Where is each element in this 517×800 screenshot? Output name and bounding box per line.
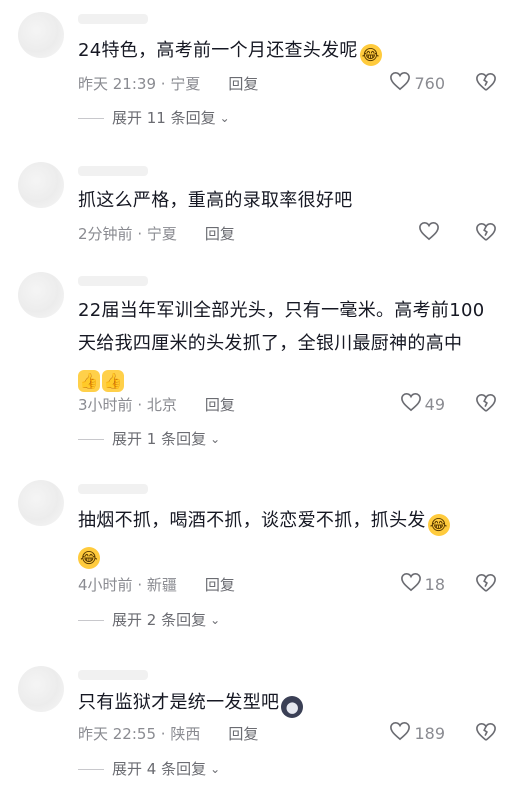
like-button[interactable] (418, 221, 443, 248)
divider-line (78, 619, 104, 621)
chevron-down-icon: ⌄ (210, 762, 221, 776)
meta-separator: · (132, 225, 147, 243)
like-count: 189 (414, 724, 445, 743)
reply-button[interactable]: 回复 (205, 576, 235, 594)
meta-separator: · (156, 75, 171, 93)
comment-text: 抓这么严格，重高的录取率很好吧 (78, 184, 477, 217)
reply-button[interactable]: 回复 (228, 75, 258, 93)
heart-outline-icon (400, 572, 425, 599)
thumbs-up-emoji-icon: 👍 (102, 370, 124, 392)
comment-text-line: 天给我四厘米的头发抓了，全银川最厨神的高中 (78, 333, 463, 354)
laughing-crying-emoji-icon: 😂 (427, 514, 450, 536)
broken-heart-icon (475, 393, 497, 417)
like-count: 18 (424, 575, 445, 594)
avatar[interactable] (18, 12, 64, 58)
heart-outline-icon (389, 721, 414, 748)
expand-replies-label: 展开 1 条回复 (112, 430, 207, 448)
comment-meta: 昨天 22:55 · 陕西 回复 (78, 722, 258, 746)
heart-outline-icon (389, 71, 414, 98)
comment-text: 抽烟不抓，喝酒不抓，谈恋爱不抓，抓头发 😂 😂 (78, 504, 487, 570)
avatar[interactable] (18, 480, 64, 526)
expand-replies[interactable]: 展开 11 条回复 ⌄ (78, 107, 230, 129)
chevron-down-icon: ⌄ (219, 111, 230, 125)
divider-line (78, 768, 104, 770)
like-count: 760 (414, 74, 445, 93)
laughing-crying-emoji-icon: 😂 (359, 44, 382, 66)
username-blurred[interactable] (78, 670, 148, 680)
divider-line (78, 438, 104, 440)
broken-heart-icon (475, 72, 497, 96)
username-blurred[interactable] (78, 276, 148, 286)
comment-location: 北京 (146, 396, 177, 414)
broken-heart-icon (475, 222, 497, 246)
comment-location: 宁夏 (146, 225, 177, 243)
reply-button[interactable]: 回复 (228, 725, 258, 743)
thumbs-up-emoji-icon: 👍 (78, 370, 100, 392)
comment-time: 昨天 22:55 (78, 725, 156, 743)
comment-meta: 3小时前 · 北京 回复 (78, 393, 235, 417)
comment-time: 2分钟前 (78, 225, 133, 243)
emoji-row: 👍 👍 (78, 360, 487, 393)
like-button[interactable]: 189 (389, 721, 445, 748)
heart-outline-icon (400, 392, 425, 419)
chevron-down-icon: ⌄ (210, 613, 221, 627)
dark-face-emoji-icon: ● (281, 696, 304, 718)
like-button[interactable]: 760 (389, 71, 445, 98)
meta-separator: · (132, 576, 147, 594)
dislike-button[interactable] (475, 72, 497, 96)
like-count: 49 (424, 395, 445, 414)
chevron-down-icon: ⌄ (210, 432, 221, 446)
heart-outline-icon (418, 221, 443, 248)
comment-time: 3小时前 (78, 396, 133, 414)
username-blurred[interactable] (78, 14, 148, 24)
comment-text: 24特色，高考前一个月还查头发呢 😂 (78, 34, 477, 67)
comment-meta: 昨天 21:39 · 宁夏 回复 (78, 72, 258, 96)
reply-button[interactable]: 回复 (205, 396, 235, 414)
avatar[interactable] (18, 272, 64, 318)
expand-replies-label: 展开 4 条回复 (112, 760, 207, 778)
dislike-button[interactable] (475, 573, 497, 597)
like-button[interactable]: 49 (400, 392, 445, 419)
expand-replies-label: 展开 11 条回复 (112, 109, 216, 127)
comment-meta: 2分钟前 · 宁夏 回复 (78, 222, 235, 246)
username-blurred[interactable] (78, 166, 148, 176)
broken-heart-icon (475, 722, 497, 746)
comment-text-content: 只有监狱才是统一发型吧 (78, 692, 280, 713)
comment-meta: 4小时前 · 新疆 回复 (78, 573, 235, 597)
comment-text-content: 抓这么严格，重高的录取率很好吧 (78, 190, 353, 211)
comment-time: 昨天 21:39 (78, 75, 156, 93)
comment-location: 新疆 (146, 576, 177, 594)
dislike-button[interactable] (475, 222, 497, 246)
expand-replies[interactable]: 展开 1 条回复 ⌄ (78, 428, 220, 450)
comment-text-line: 22届当年军训全部光头，只有一毫米。高考前100 (78, 300, 485, 321)
divider-line (78, 117, 104, 119)
like-button[interactable]: 18 (400, 572, 445, 599)
comment-text: 22届当年军训全部光头，只有一毫米。高考前100 天给我四厘米的头发抓了，全银川… (78, 294, 487, 393)
meta-separator: · (156, 725, 171, 743)
reply-button[interactable]: 回复 (205, 225, 235, 243)
expand-replies[interactable]: 展开 2 条回复 ⌄ (78, 609, 220, 631)
expand-replies[interactable]: 展开 4 条回复 ⌄ (78, 758, 220, 780)
expand-replies-label: 展开 2 条回复 (112, 611, 207, 629)
comment-text: 只有监狱才是统一发型吧 ● (78, 686, 477, 719)
comment-location: 陕西 (170, 725, 201, 743)
laughing-crying-emoji-icon: 😂 (78, 547, 100, 569)
username-blurred[interactable] (78, 484, 148, 494)
avatar[interactable] (18, 666, 64, 712)
comment-text-content: 24特色，高考前一个月还查头发呢 (78, 40, 358, 61)
comment-time: 4小时前 (78, 576, 133, 594)
dislike-button[interactable] (475, 722, 497, 746)
comment-location: 宁夏 (170, 75, 201, 93)
comment-text-content: 抽烟不抓，喝酒不抓，谈恋爱不抓，抓头发 (78, 510, 426, 531)
broken-heart-icon (475, 573, 497, 597)
avatar[interactable] (18, 162, 64, 208)
meta-separator: · (132, 396, 147, 414)
dislike-button[interactable] (475, 393, 497, 417)
